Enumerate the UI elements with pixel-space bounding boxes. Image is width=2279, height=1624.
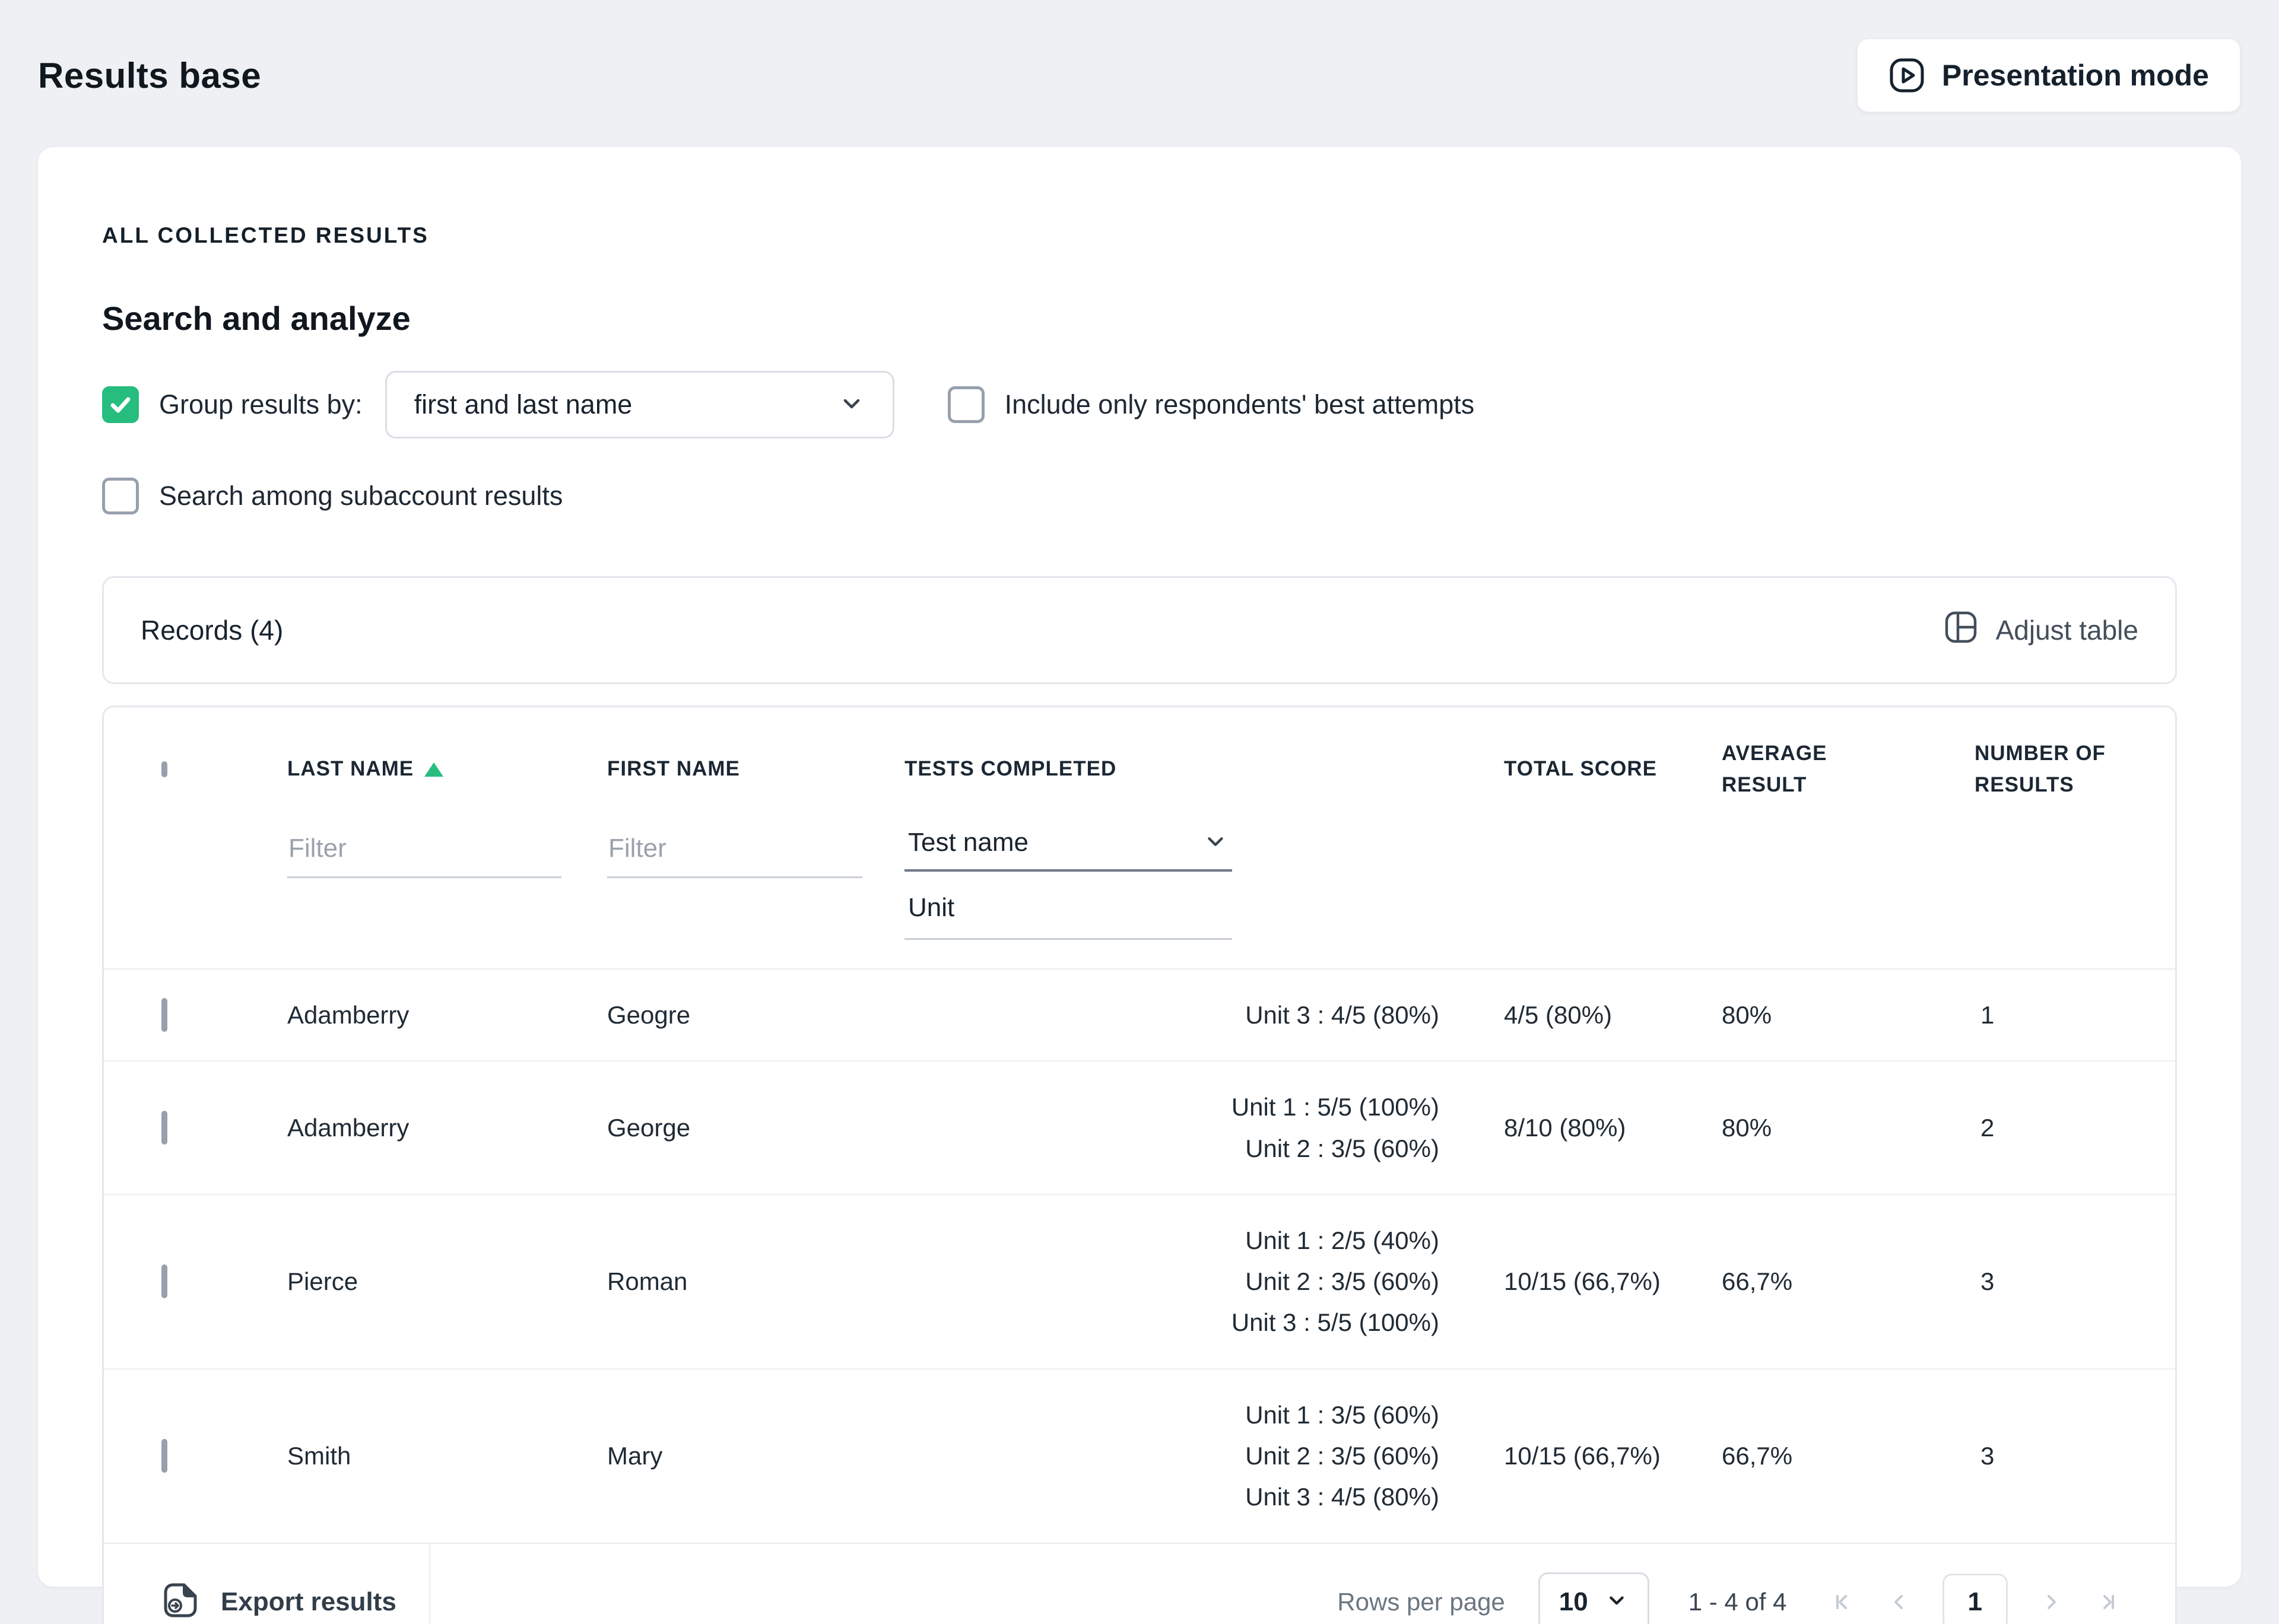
- column-header-number-of-results[interactable]: Number of results: [1975, 738, 2118, 800]
- cell-first-name: Roman: [607, 1267, 688, 1295]
- cell-total-score: 10/15 (66,7%): [1504, 1442, 1661, 1470]
- best-attempts-label: Include only respondents' best attempts: [1004, 389, 1475, 419]
- top-bar: Results base Presentation mode: [0, 0, 2279, 113]
- pager: 1: [1829, 1573, 2122, 1624]
- cell-last-name: Adamberry: [287, 1000, 410, 1029]
- pagination-area: Rows per page 10 1 - 4 of 4 1: [1337, 1544, 2175, 1624]
- group-by-dropdown[interactable]: first and last name: [385, 371, 894, 438]
- checkmark-icon: [110, 397, 131, 413]
- adjust-table-label: Adjust table: [1995, 615, 2138, 646]
- cell-tests-completed: Unit 3 : 4/5 (80%): [1245, 1001, 1439, 1029]
- chevron-down-icon: [838, 390, 865, 420]
- test-name-dropdown[interactable]: Test name: [904, 828, 1232, 872]
- cell-average-result: 66,7%: [1722, 1267, 1793, 1295]
- row-checkbox[interactable]: [161, 1264, 167, 1298]
- presentation-mode-button[interactable]: Presentation mode: [1856, 38, 2241, 113]
- test-name-dropdown-value: Test name: [908, 828, 1029, 857]
- table-footer: Export results Rows per page 10 1 - 4 of…: [104, 1542, 2175, 1624]
- cell-number-of-results: 2: [1980, 1113, 1995, 1142]
- rows-per-page-value: 10: [1559, 1587, 1588, 1616]
- table-header-row: Last name First name Tests completed Tot…: [104, 707, 2175, 828]
- best-attempts-checkbox[interactable]: [947, 386, 985, 423]
- cell-first-name: Mary: [607, 1441, 663, 1470]
- last-name-header-label: Last name: [287, 757, 414, 781]
- section-title: Search and analyze: [102, 300, 411, 337]
- column-header-total-score[interactable]: Total score: [1504, 754, 1722, 785]
- cell-number-of-results: 3: [1980, 1267, 1995, 1295]
- next-page-icon[interactable]: [2039, 1589, 2065, 1615]
- presentation-play-icon: [1888, 57, 1925, 94]
- column-header-average-result[interactable]: Average result: [1722, 738, 1975, 800]
- cell-tests-completed: Unit 1 : 2/5 (40%) Unit 2 : 3/5 (60%) Unit…: [1231, 1226, 1439, 1337]
- pagination-range-label: 1 - 4 of 4: [1688, 1587, 1787, 1616]
- cell-tests-completed: Unit 1 : 3/5 (60%) Unit 2 : 3/5 (60%) Unit…: [1245, 1400, 1439, 1511]
- chevron-down-icon: [1202, 828, 1229, 857]
- cell-total-score: 10/15 (66,7%): [1504, 1267, 1661, 1296]
- cell-average-result: 80%: [1722, 1113, 1772, 1142]
- subaccount-checkbox-group[interactable]: Search among subaccount results: [102, 478, 563, 514]
- table-layout-icon: [1944, 610, 1978, 651]
- cell-first-name: Geogre: [607, 1000, 691, 1029]
- cell-last-name: Adamberry: [287, 1113, 410, 1142]
- first-name-filter-input[interactable]: [607, 828, 862, 878]
- column-header-last-name[interactable]: Last name: [287, 754, 607, 785]
- row-checkbox[interactable]: [161, 1110, 167, 1145]
- page-title: Results base: [38, 55, 262, 96]
- controls-row-2: Search among subaccount results: [102, 478, 2177, 514]
- records-bar: Records (4) Adjust table: [102, 576, 2177, 684]
- group-results-checkbox-group[interactable]: Group results by:: [102, 386, 363, 423]
- group-results-label: Group results by:: [159, 389, 363, 419]
- records-count-label: Records (4): [141, 615, 284, 646]
- export-results-label: Export results: [221, 1587, 396, 1616]
- results-table: Last name First name Tests completed Tot…: [102, 705, 2177, 1624]
- previous-page-icon[interactable]: [1886, 1589, 1912, 1615]
- group-by-dropdown-value: first and last name: [414, 389, 633, 419]
- results-base-screen: Results base Presentation mode ALL COLLE…: [0, 0, 2279, 1624]
- cell-number-of-results: 1: [1980, 1000, 1995, 1029]
- cell-number-of-results: 3: [1980, 1441, 1995, 1470]
- row-checkbox[interactable]: [161, 997, 167, 1032]
- rows-per-page-select[interactable]: 10: [1538, 1572, 1649, 1624]
- controls-row: Group results by: first and last name In…: [102, 371, 2177, 438]
- row-checkbox[interactable]: [161, 1438, 167, 1473]
- last-name-filter-input[interactable]: [287, 828, 561, 878]
- cell-average-result: 66,7%: [1722, 1441, 1793, 1470]
- column-header-first-name[interactable]: First name: [607, 754, 904, 785]
- presentation-mode-label: Presentation mode: [1941, 59, 2209, 92]
- current-page-button[interactable]: 1: [1942, 1573, 2008, 1624]
- cell-last-name: Smith: [287, 1441, 351, 1470]
- eyebrow-label: ALL COLLECTED RESULTS: [102, 223, 429, 247]
- unit-filter-input[interactable]: [904, 872, 1232, 940]
- table-filter-row: Test name: [104, 828, 2175, 970]
- table-row: Adamberry George Unit 1 : 5/5 (100%) Unit…: [104, 1062, 2175, 1195]
- adjust-table-button[interactable]: Adjust table: [1944, 610, 2138, 651]
- cell-average-result: 80%: [1722, 1000, 1772, 1029]
- rows-per-page-label: Rows per page: [1337, 1587, 1505, 1616]
- column-header-tests-completed[interactable]: Tests completed: [904, 754, 1504, 785]
- table-body: Adamberry Geogre Unit 3 : 4/5 (80%) 4/5 …: [104, 970, 2175, 1543]
- export-results-button[interactable]: Export results: [104, 1543, 430, 1624]
- subaccount-label: Search among subaccount results: [159, 481, 563, 511]
- select-all-checkbox[interactable]: [161, 761, 167, 777]
- sort-asc-icon: [424, 762, 444, 777]
- table-row: Adamberry Geogre Unit 3 : 4/5 (80%) 4/5 …: [104, 970, 2175, 1062]
- first-page-icon[interactable]: [1829, 1589, 1855, 1615]
- group-results-checkbox[interactable]: [102, 386, 139, 423]
- last-page-icon[interactable]: [2096, 1589, 2122, 1615]
- cell-total-score: 8/10 (80%): [1504, 1114, 1626, 1142]
- tests-filter-group: Test name: [904, 828, 1232, 940]
- subaccount-checkbox[interactable]: [102, 478, 139, 514]
- export-file-icon: [161, 1581, 199, 1622]
- cell-tests-completed: Unit 1 : 5/5 (100%) Unit 2 : 3/5 (60%): [1231, 1093, 1439, 1162]
- cell-first-name: George: [607, 1113, 691, 1142]
- results-card: ALL COLLECTED RESULTS Search and analyze…: [38, 147, 2241, 1624]
- table-row: Pierce Roman Unit 1 : 2/5 (40%) Unit 2 : …: [104, 1195, 2175, 1369]
- table-row: Smith Mary Unit 1 : 3/5 (60%) Unit 2 : 3/…: [104, 1369, 2175, 1543]
- cell-total-score: 4/5 (80%): [1504, 1001, 1613, 1029]
- best-attempts-checkbox-group[interactable]: Include only respondents' best attempts: [947, 386, 1475, 423]
- chevron-down-icon: [1605, 1588, 1629, 1615]
- cell-last-name: Pierce: [287, 1267, 358, 1295]
